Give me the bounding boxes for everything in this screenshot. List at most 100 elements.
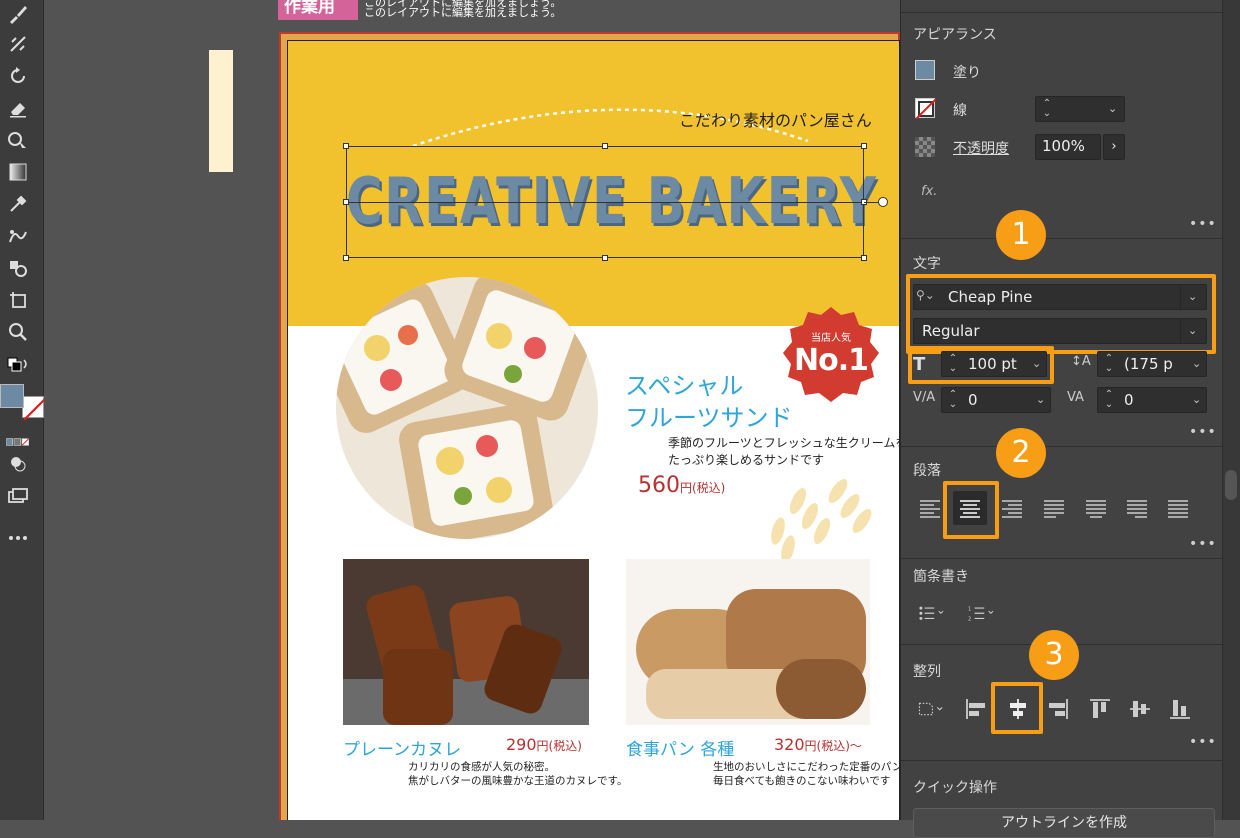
more-tools-icon[interactable] — [6, 526, 30, 540]
leading-value: (175 p — [1124, 355, 1173, 373]
align-more-button[interactable]: ••• — [1189, 734, 1217, 750]
chevron-down-icon[interactable]: ⌄ — [1108, 102, 1117, 115]
stroke-swatch[interactable] — [22, 396, 47, 421]
blend-tool-icon[interactable] — [6, 224, 30, 248]
kerning-stepper[interactable]: ⌃ ⌄ — [944, 390, 962, 410]
resize-handle[interactable] — [343, 143, 349, 149]
zoom-tool-icon[interactable] — [6, 320, 30, 344]
default-colors-icon[interactable] — [6, 356, 30, 380]
special-description-line-1: 季節のフルーツとフレッシュな生クリームを — [668, 436, 900, 450]
special-name-line-1: スペシャル — [625, 372, 744, 400]
opacity-field[interactable]: 100% — [1035, 134, 1101, 160]
chevron-down-icon[interactable]: ⌄ — [1192, 357, 1201, 370]
fruit-sandwich-photo — [336, 277, 598, 539]
opacity-label[interactable]: 不透明度 — [953, 138, 1009, 158]
leading-icon: ↕A — [1071, 354, 1091, 369]
paragraph-more-button[interactable]: ••• — [1189, 536, 1217, 552]
rotate-tool-icon[interactable] — [6, 64, 30, 88]
fill-stroke-swatch[interactable] — [0, 382, 47, 422]
fx-icon[interactable]: fx. — [921, 184, 937, 199]
canele-photo — [343, 559, 589, 725]
text-out-port[interactable] — [878, 197, 888, 207]
svg-text:2: 2 — [968, 617, 971, 623]
title-text-object[interactable]: CREATIVE BAKERY — [343, 143, 888, 261]
horizontal-align-right-icon[interactable] — [1041, 692, 1075, 726]
stroke-weight-field[interactable]: ⌃ ⌄ ⌄ — [1035, 96, 1125, 122]
badge-label: No.1 — [794, 343, 869, 378]
resize-handle[interactable] — [343, 199, 349, 205]
stroke-color-swatch[interactable] — [915, 98, 937, 120]
character-more-button[interactable]: ••• — [1189, 424, 1217, 440]
tools-panel — [0, 0, 47, 820]
create-outlines-button[interactable]: アウトラインを作成 — [913, 808, 1215, 838]
artboard[interactable]: こだわり素材のパン屋さん CREATIVE BAKERY 当店人気 No.1 ス… — [287, 40, 900, 820]
kerning-value: 0 — [968, 391, 978, 409]
product-price: 290円(税込) — [506, 735, 582, 754]
screen-mode-icon[interactable] — [6, 484, 30, 508]
artboard-tool-icon[interactable] — [6, 288, 30, 312]
vertical-align-bottom-icon[interactable] — [1163, 692, 1197, 726]
bullet-list-icon[interactable] — [915, 597, 961, 631]
width-tool-icon[interactable] — [6, 32, 30, 56]
stroke-weight-stepper[interactable]: ⌃ ⌄ — [1038, 99, 1056, 119]
appearance-more-button[interactable]: ••• — [1189, 216, 1217, 232]
bullets-section-title: 箇条書き — [913, 569, 969, 585]
tracking-icon: VA — [1067, 390, 1084, 405]
chevron-down-icon[interactable]: ⌄ — [1192, 393, 1201, 406]
chevron-down-icon[interactable]: ⌄ — [1036, 393, 1045, 406]
panel-scrollbar-thumb[interactable] — [1225, 470, 1237, 500]
draw-mode-icon[interactable] — [6, 452, 30, 476]
kerning-field[interactable]: ⌃ ⌄ 0 ⌄ — [941, 387, 1051, 413]
resize-handle[interactable] — [861, 255, 867, 261]
leading-field[interactable]: ⌃ ⌄ (175 p ⌄ — [1097, 351, 1207, 377]
step-marker-3: 3 — [1029, 630, 1079, 680]
shape-builder-tool-icon[interactable] — [6, 128, 30, 152]
paintbrush-tool-icon[interactable] — [6, 2, 30, 26]
fill-color-swatch[interactable] — [915, 60, 935, 80]
justify-right-icon[interactable] — [1120, 491, 1154, 525]
align-to-dropdown-icon[interactable] — [913, 692, 955, 726]
eyedropper-tool-icon[interactable] — [6, 192, 30, 216]
text-port-line — [864, 202, 878, 203]
resize-handle[interactable] — [861, 143, 867, 149]
resize-handle[interactable] — [602, 255, 608, 261]
gradient-tool-icon[interactable] — [6, 160, 30, 184]
horizontal-align-left-icon[interactable] — [959, 692, 993, 726]
tracking-field[interactable]: ⌃ ⌄ 0 ⌄ — [1097, 387, 1207, 413]
resize-handle[interactable] — [602, 143, 608, 149]
shop-subtitle[interactable]: こだわり素材のパン屋さん — [679, 107, 872, 131]
tracking-stepper[interactable]: ⌃ ⌄ — [1100, 390, 1118, 410]
product-description-line-2: 毎日食べても飽きのこない味わいです — [713, 775, 891, 787]
vertical-align-center-icon[interactable] — [1123, 692, 1157, 726]
align-left-icon[interactable] — [913, 491, 947, 525]
appearance-section-title: アピアランス — [913, 27, 997, 43]
fill-label[interactable]: 塗り — [953, 62, 981, 82]
justify-all-icon[interactable] — [1161, 491, 1195, 525]
panel-scrollbar[interactable] — [1222, 0, 1240, 820]
vertical-align-top-icon[interactable] — [1083, 692, 1117, 726]
leading-stepper[interactable]: ⌃ ⌄ — [1100, 354, 1118, 374]
opacity-checker-icon — [915, 137, 935, 157]
fill-swatch[interactable] — [0, 384, 24, 408]
no1-badge: 当店人気 No.1 — [781, 305, 881, 405]
symbol-sprayer-tool-icon[interactable] — [6, 256, 30, 280]
bread-photo — [626, 559, 870, 725]
numbered-list-icon[interactable]: 12 — [965, 597, 1011, 631]
product-price-unit: 円(税込)～ — [804, 739, 862, 753]
resize-handle[interactable] — [343, 255, 349, 261]
special-price: 560円(税込) — [638, 473, 725, 498]
product-price-value: 290 — [506, 735, 537, 754]
document-canvas[interactable]: 作業用 このレイアウトに編集を加えましょう。 このレイアウトに編集を加えましょう… — [44, 0, 900, 820]
stroke-label[interactable]: 線 — [953, 100, 967, 120]
properties-panel: アピアランス 塗り 線 ⌃ ⌄ ⌄ 不透明度 100% › fx. ••• 1 文… — [900, 0, 1223, 838]
opacity-expand-button[interactable]: › — [1103, 134, 1125, 160]
color-mode-buttons[interactable] — [5, 430, 42, 446]
align-right-icon[interactable] — [995, 491, 1029, 525]
product-price: 320円(税込)～ — [774, 735, 862, 754]
quick-actions-section-title: クイック操作 — [913, 780, 997, 796]
justify-left-icon[interactable] — [1037, 491, 1071, 525]
highlight-horizontal-center — [991, 682, 1043, 734]
justify-center-icon[interactable] — [1079, 491, 1113, 525]
eraser-tool-icon[interactable] — [6, 96, 30, 120]
text-baseline — [346, 202, 864, 203]
